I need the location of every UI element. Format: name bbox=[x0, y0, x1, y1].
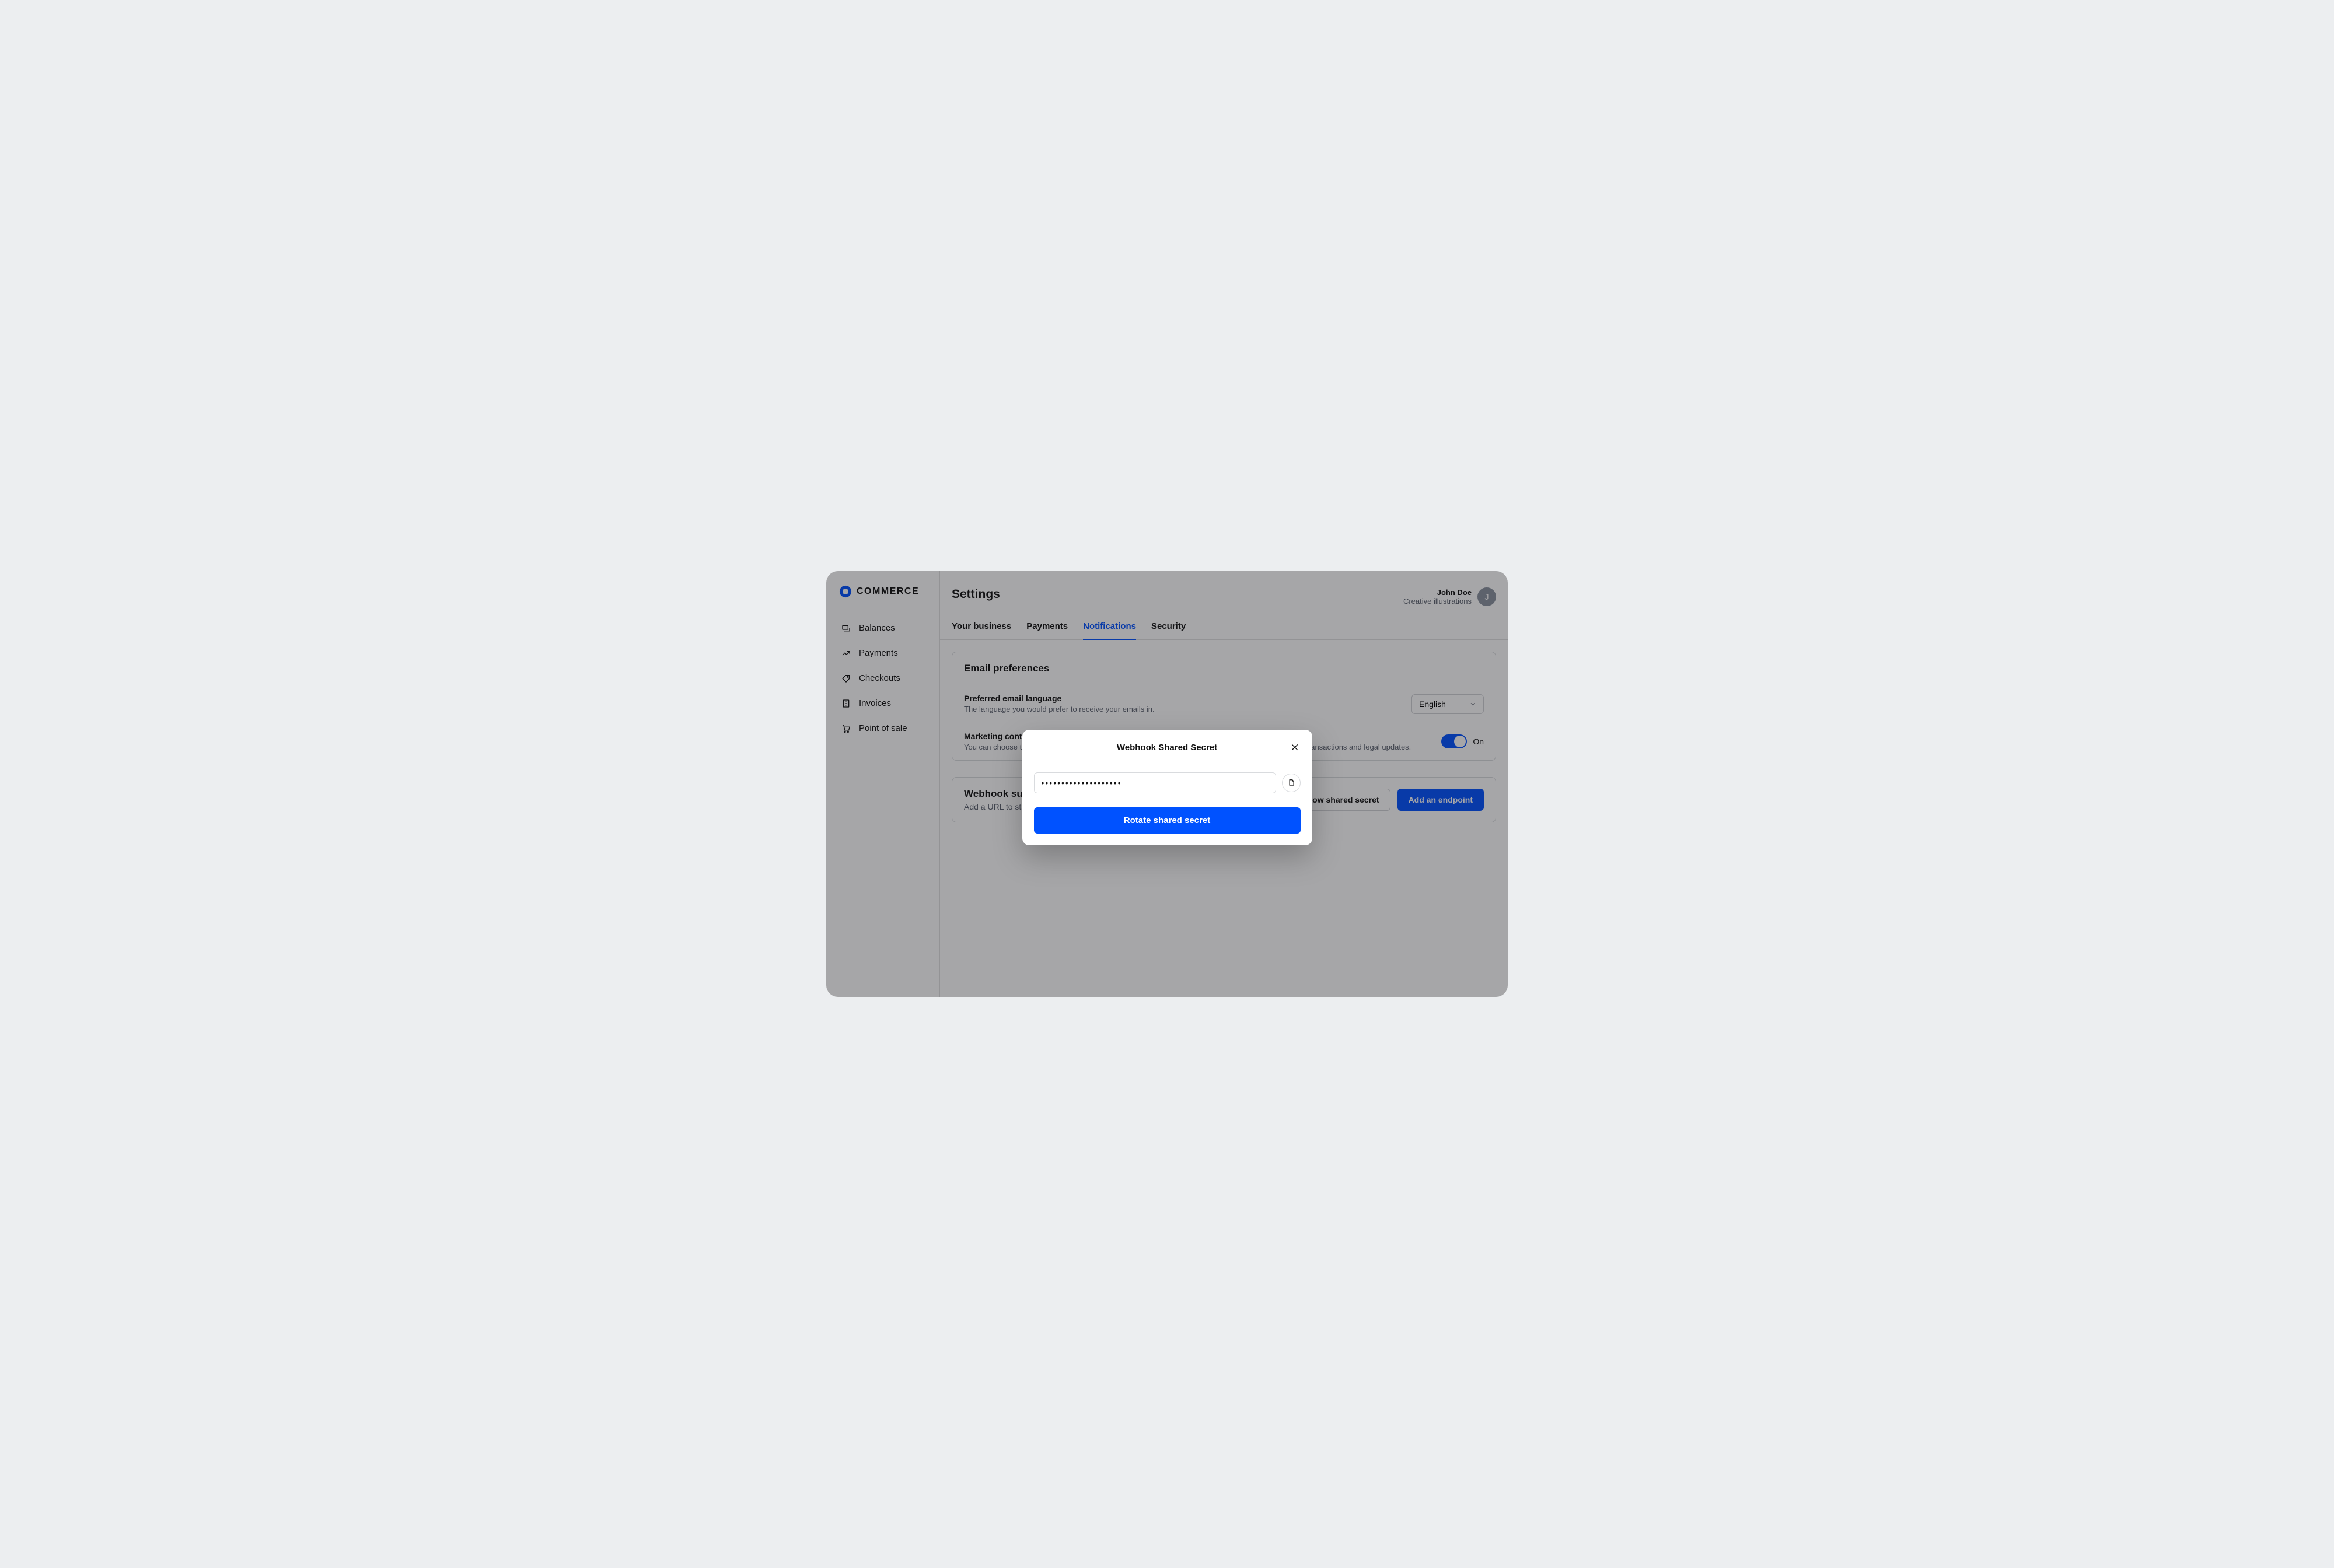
close-icon bbox=[1290, 743, 1299, 752]
copy-secret-button[interactable] bbox=[1282, 774, 1301, 792]
modal-overlay[interactable]: Webhook Shared Secret Rotate shared secr… bbox=[826, 571, 1508, 997]
modal-title: Webhook Shared Secret bbox=[1034, 743, 1301, 752]
copy-icon bbox=[1287, 779, 1295, 787]
secret-row bbox=[1034, 772, 1301, 793]
app-window: COMMERCE Balances Payments Checkouts Inv… bbox=[826, 571, 1508, 997]
secret-input[interactable] bbox=[1034, 772, 1276, 793]
rotate-secret-button[interactable]: Rotate shared secret bbox=[1034, 807, 1301, 834]
modal-close-button[interactable] bbox=[1288, 740, 1302, 754]
webhook-secret-modal: Webhook Shared Secret Rotate shared secr… bbox=[1022, 730, 1312, 845]
